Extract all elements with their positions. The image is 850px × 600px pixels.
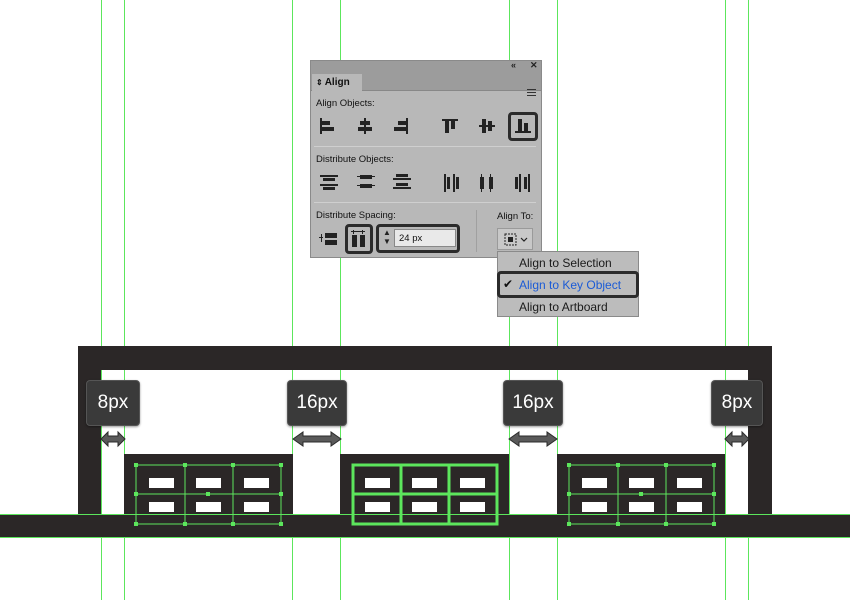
align-to-dropdown[interactable]	[497, 228, 533, 250]
key-object-icon	[504, 233, 528, 246]
panel-titlebar[interactable]: « ✕	[311, 60, 541, 73]
measurement-badge: 16px	[503, 380, 563, 426]
panel-separator	[314, 202, 536, 203]
guide-line	[101, 0, 102, 600]
double-arrow-icon	[292, 431, 342, 447]
align-to-label: Align To:	[497, 211, 534, 222]
horizontal-align-center-icon[interactable]	[356, 117, 374, 135]
double-arrow-icon	[100, 430, 126, 448]
horizontal-distribute-right-icon[interactable]	[514, 173, 532, 193]
window-group-left[interactable]	[124, 454, 293, 526]
frame-top-bar	[78, 346, 772, 370]
close-icon[interactable]: ✕	[530, 60, 538, 71]
horizontal-distribute-left-icon[interactable]	[442, 173, 460, 193]
menu-item-label: Align to Artboard	[519, 300, 608, 314]
horizontal-distribute-space-icon[interactable]	[318, 229, 338, 249]
guide-line	[0, 514, 850, 515]
window-group-center-key-object[interactable]	[340, 454, 510, 526]
measurement-badge: 8px	[711, 380, 763, 426]
vertical-distribute-bottom-icon[interactable]	[392, 173, 412, 191]
align-objects-label: Align Objects:	[316, 98, 375, 109]
horizontal-align-right-icon[interactable]	[392, 117, 410, 135]
guide-line	[0, 537, 850, 538]
window-group-right[interactable]	[557, 454, 726, 526]
vertical-align-top-icon[interactable]	[441, 117, 459, 135]
distribute-objects-label: Distribute Objects:	[316, 154, 394, 165]
spacing-stepper-icon[interactable]: ▲ ▼	[381, 228, 393, 248]
tab-align-label: Align	[324, 77, 350, 88]
distribute-spacing-label: Distribute Spacing:	[316, 210, 396, 221]
panel-vertical-separator	[476, 210, 477, 252]
menu-item-label: Align to Selection	[519, 256, 612, 270]
vertical-distribute-center-icon[interactable]	[356, 173, 376, 191]
menu-item-align-to-artboard[interactable]: Align to Artboard	[498, 296, 638, 318]
measurement-badge: 8px	[86, 380, 140, 426]
double-arrow-icon	[724, 430, 750, 448]
measurement-badge: 16px	[287, 380, 347, 426]
frame-right-side	[748, 346, 772, 516]
panel-tab-row: ⇕ Align	[311, 73, 541, 96]
vertical-align-bottom-icon[interactable]	[514, 117, 532, 135]
vertical-distribute-space-icon[interactable]	[350, 229, 368, 249]
vertical-align-center-icon[interactable]	[478, 117, 496, 135]
panel-separator	[314, 146, 536, 147]
horizontal-align-left-icon[interactable]	[318, 117, 336, 135]
double-chevron-left-icon[interactable]: «	[511, 60, 516, 70]
horizontal-distribute-center-icon[interactable]	[478, 173, 496, 193]
double-arrow-icon	[508, 431, 558, 447]
frame-left-side	[78, 346, 101, 516]
panel-menu-icon[interactable]	[527, 89, 536, 98]
highlight-box	[497, 271, 639, 298]
vertical-distribute-top-icon[interactable]	[319, 173, 339, 191]
tab-align[interactable]: ⇕ Align	[312, 74, 362, 91]
tab-expand-icon: ⇕	[316, 78, 323, 87]
spacing-value-input[interactable]: 24 px	[394, 229, 456, 247]
